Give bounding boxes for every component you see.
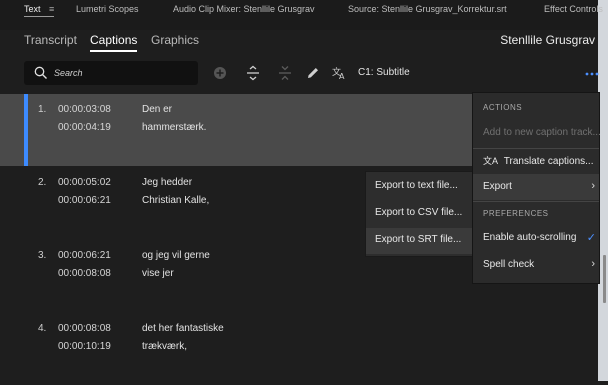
caption-end-time[interactable]: 00:00:04:19 — [58, 122, 111, 133]
caption-text-line[interactable]: trækværk, — [142, 341, 187, 352]
search-input[interactable] — [54, 64, 192, 82]
caption-index: 3. — [38, 250, 47, 261]
preferences-section-header: PREFERENCES — [483, 209, 549, 218]
scrollbar-thumb[interactable] — [603, 255, 606, 303]
caption-end-time[interactable]: 00:00:10:19 — [58, 341, 111, 352]
caption-row[interactable]: 4. 00:00:08:08 00:00:10:19 det her fanta… — [0, 313, 598, 385]
tab-graphics[interactable]: Graphics — [151, 33, 199, 47]
caption-track-selector[interactable]: C1: Subtitle — [358, 67, 410, 78]
enable-auto-scrolling-item[interactable]: Enable auto-scrolling — [483, 232, 576, 243]
add-caption-icon[interactable] — [212, 65, 228, 81]
caption-text-line[interactable]: hammerstærk. — [142, 122, 206, 133]
caption-text-line[interactable]: og jeg vil gerne — [142, 250, 210, 261]
hamburger-menu-icon[interactable]: ≡ — [49, 4, 54, 14]
add-to-new-caption-track-item: Add to new caption track... — [483, 127, 601, 138]
tab-transcript[interactable]: Transcript — [24, 33, 77, 47]
svg-text:A: A — [339, 72, 345, 81]
tab-captions-label: Captions — [90, 33, 138, 47]
panel-tab-source[interactable]: Source: Stenllile Grusgrav_Korrektur.srt — [348, 4, 507, 14]
panel-tab-lumetri-scopes[interactable]: Lumetri Scopes — [76, 4, 139, 14]
panel-tab-effect-controls[interactable]: Effect Controls — [544, 4, 603, 14]
chevron-right-icon: › — [591, 258, 595, 270]
actions-section-header: ACTIONS — [483, 103, 523, 112]
spell-check-item[interactable]: Spell check — [483, 259, 534, 270]
merge-captions-icon[interactable] — [277, 65, 293, 81]
caption-start-time[interactable]: 00:00:06:21 — [58, 250, 111, 261]
caption-index: 1. — [38, 104, 47, 115]
caption-text-line[interactable]: vise jer — [142, 268, 174, 279]
search-box[interactable] — [24, 61, 198, 85]
export-menu-item[interactable]: Export — [483, 181, 595, 192]
split-caption-icon[interactable] — [245, 65, 261, 81]
caption-index: 2. — [38, 177, 47, 188]
chevron-right-icon: › — [591, 180, 595, 192]
panel-tab-strip: Text ≡ Lumetri Scopes Audio Clip Mixer: … — [0, 0, 603, 30]
export-csv-file-item[interactable]: Export to CSV file... — [375, 207, 462, 218]
caption-start-time[interactable]: 00:00:03:08 — [58, 104, 111, 115]
translate-captions-item[interactable]: 文A Translate captions... — [483, 154, 593, 167]
caption-text-line[interactable]: Christian Kalle, — [142, 195, 209, 206]
tab-captions[interactable]: Captions — [90, 33, 138, 52]
caption-text-line[interactable]: Jeg hedder — [142, 177, 192, 188]
caption-text-line[interactable]: Den er — [142, 104, 172, 115]
sequence-name: Stenllile Grusgrav — [500, 33, 595, 47]
panel-tab-text[interactable]: Text ≡ — [24, 4, 55, 17]
search-icon — [34, 66, 47, 79]
export-submenu: Export to text file... Export to CSV fil… — [365, 171, 475, 257]
export-label: Export — [483, 181, 512, 192]
translate-captions-label: Translate captions... — [503, 156, 594, 167]
caption-text-line[interactable]: det her fantastiske — [142, 323, 224, 334]
actions-menu: ACTIONS Add to new caption track... 文A T… — [472, 92, 601, 284]
caption-start-time[interactable]: 00:00:05:02 — [58, 177, 111, 188]
translate-icon: 文A — [483, 156, 499, 166]
export-text-file-item[interactable]: Export to text file... — [375, 180, 458, 191]
translate-icon[interactable]: 文 A — [331, 65, 347, 81]
caption-end-time[interactable]: 00:00:06:21 — [58, 195, 111, 206]
export-srt-file-item[interactable]: Export to SRT file... — [375, 234, 461, 245]
panel-tab-audio-clip-mixer[interactable]: Audio Clip Mixer: Stenllile Grusgrav — [173, 4, 315, 14]
caption-end-time[interactable]: 00:00:08:08 — [58, 268, 111, 279]
selection-indicator — [24, 94, 28, 166]
checkmark-icon: ✓ — [586, 232, 596, 244]
caption-index: 4. — [38, 323, 47, 334]
caption-start-time[interactable]: 00:00:08:08 — [58, 323, 111, 334]
panel-tab-label: Text — [24, 4, 41, 14]
pencil-icon[interactable] — [305, 65, 321, 81]
more-options-icon[interactable] — [585, 72, 599, 76]
